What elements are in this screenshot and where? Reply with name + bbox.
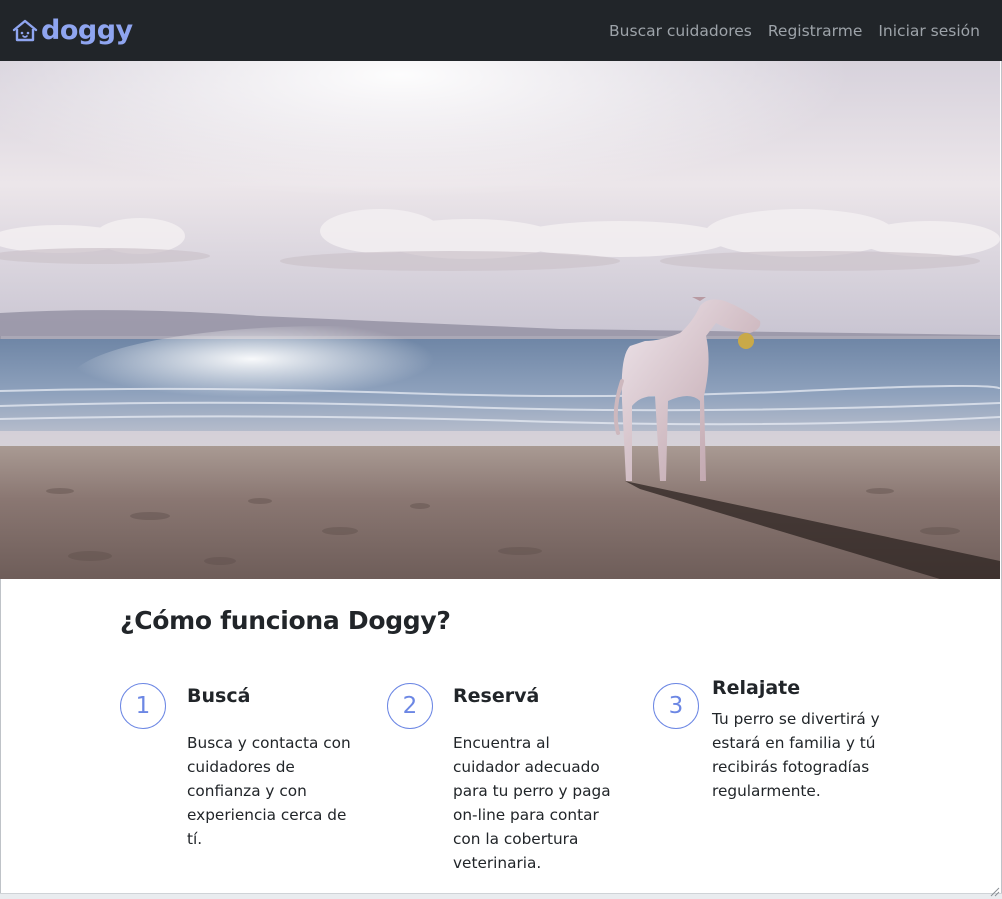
step-description: Busca y contacta con cuidadores de confi… bbox=[187, 734, 351, 848]
hero-image bbox=[0, 61, 1000, 579]
nav-link-registrarme[interactable]: Registrarme bbox=[768, 19, 863, 43]
step-title: Buscá bbox=[187, 685, 251, 707]
resize-grip-icon[interactable] bbox=[988, 885, 1000, 897]
step-description: Tu perro se divertirá y estará en famili… bbox=[712, 710, 880, 800]
house-dog-icon bbox=[12, 19, 38, 42]
brand-name: doggy bbox=[41, 15, 133, 46]
brand-logo[interactable]: doggy bbox=[11, 14, 133, 48]
step-description: Encuentra al cuidador adecuado para tu p… bbox=[453, 734, 611, 872]
section-title: ¿Cómo funciona Doggy? bbox=[120, 606, 451, 635]
horizontal-scrollbar[interactable] bbox=[0, 893, 1002, 899]
how-it-works-section: ¿Cómo funciona Doggy? bbox=[120, 606, 900, 635]
step-number-circle: 2 bbox=[387, 683, 433, 729]
navbar: doggy Buscar cuidadores Registrarme Inic… bbox=[0, 0, 1002, 61]
nav-link-buscar-cuidadores[interactable]: Buscar cuidadores bbox=[609, 19, 752, 43]
step-number-circle: 3 bbox=[653, 683, 699, 729]
dog-on-beach-photo bbox=[0, 61, 1000, 579]
nav-link-iniciar-sesion[interactable]: Iniciar sesión bbox=[878, 19, 980, 43]
nav-links: Buscar cuidadores Registrarme Iniciar se… bbox=[609, 19, 980, 43]
step-title: Relajate bbox=[712, 677, 801, 699]
step-number-circle: 1 bbox=[120, 683, 166, 729]
step-title: Reservá bbox=[453, 685, 540, 707]
